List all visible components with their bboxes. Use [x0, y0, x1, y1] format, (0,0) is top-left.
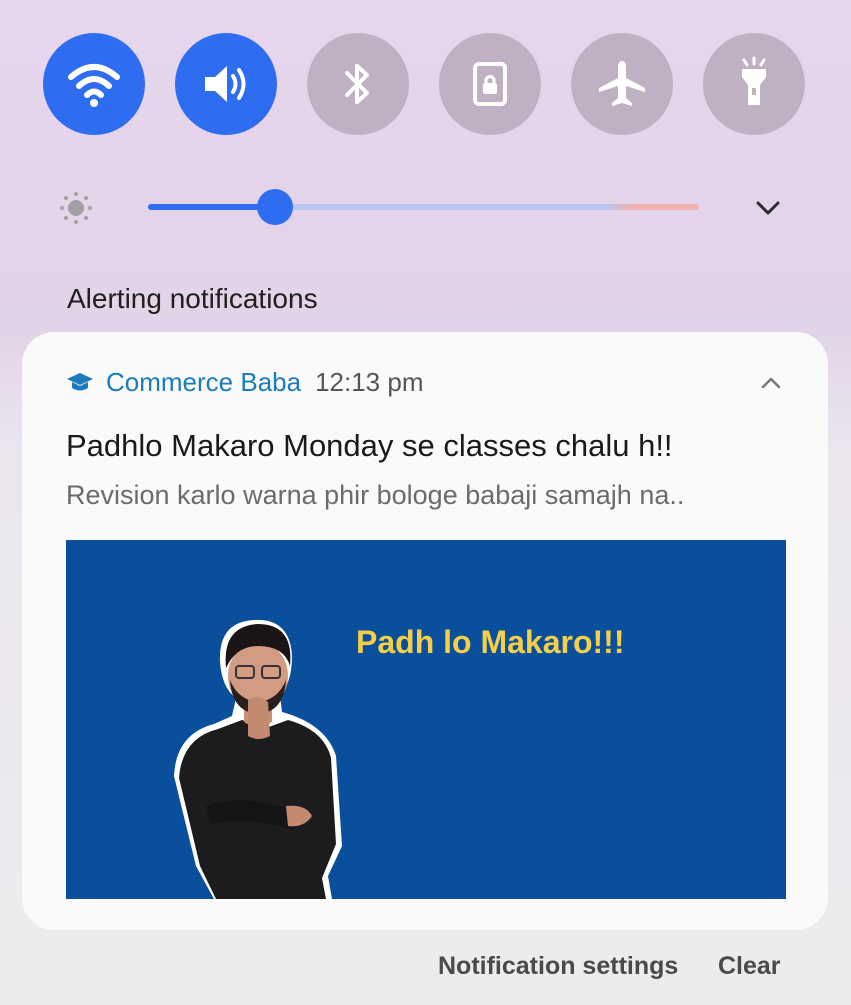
brightness-track: [274, 204, 699, 210]
section-title: Alerting notifications: [67, 283, 318, 314]
app-name: Commerce Baba: [106, 366, 302, 397]
sound-toggle[interactable]: [175, 33, 277, 135]
person-illustration: [174, 619, 342, 899]
notification-time: 12:13 pm: [315, 366, 424, 397]
flashlight-toggle[interactable]: [703, 33, 805, 135]
flashlight-icon: [742, 56, 766, 105]
notification-body: Revision karlo warna phir bologe babaji …: [66, 480, 685, 510]
wifi-icon: [68, 64, 120, 107]
notification-card[interactable]: Commerce Baba 12:13 pm Padhlo Makaro Mon…: [22, 332, 828, 930]
brightness-track-filled: [148, 204, 275, 210]
volume-icon: [205, 66, 246, 102]
airplane-icon: [599, 61, 645, 106]
bluetooth-toggle[interactable]: [307, 33, 409, 135]
lock-icon: [473, 62, 507, 106]
quick-settings-toggles: [43, 33, 805, 135]
brightness-thumb[interactable]: [256, 189, 293, 225]
chevron-down-icon[interactable]: [750, 190, 786, 226]
airplane-toggle[interactable]: [571, 33, 673, 135]
wifi-toggle[interactable]: [43, 33, 145, 135]
brightness-icon: [60, 192, 92, 224]
graduation-cap-icon: [67, 373, 93, 391]
notification-settings-button[interactable]: Notification settings: [438, 952, 678, 981]
screen-lock-toggle[interactable]: [439, 33, 541, 135]
notification-title: Padhlo Makaro Monday se classes chalu h!…: [66, 428, 673, 463]
chevron-up-icon[interactable]: [756, 368, 786, 398]
clear-button[interactable]: Clear: [718, 952, 781, 981]
notification-image: Padh lo Makaro!!!: [66, 540, 786, 899]
image-caption: Padh lo Makaro!!!: [356, 624, 625, 660]
bluetooth-icon: [345, 64, 369, 104]
notification-header: Commerce Baba 12:13 pm: [66, 364, 423, 400]
brightness-slider[interactable]: [148, 189, 699, 225]
